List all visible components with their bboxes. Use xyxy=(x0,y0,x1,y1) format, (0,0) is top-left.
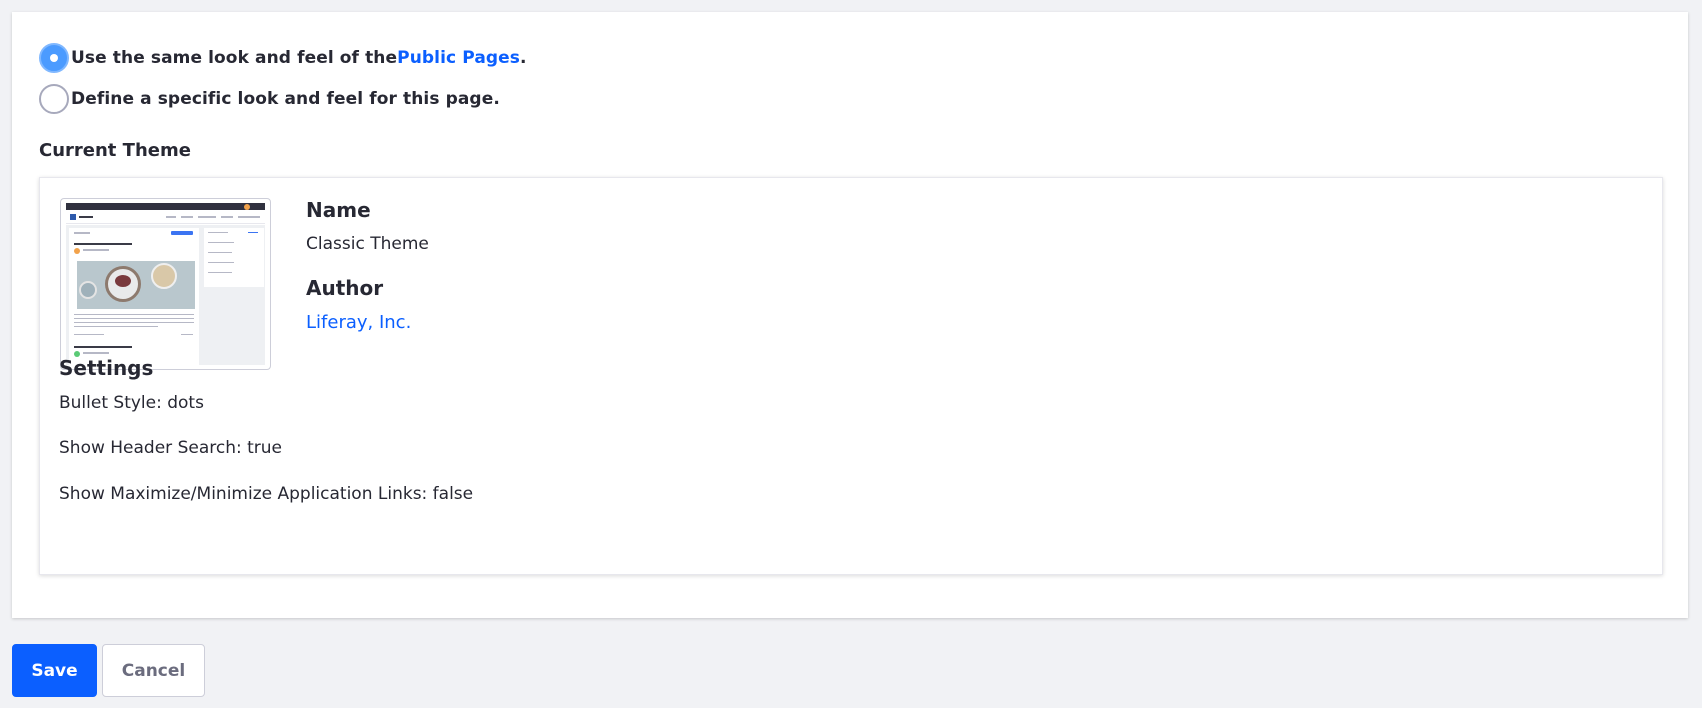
thumbnail-navbar xyxy=(66,210,265,224)
thumbnail-line xyxy=(83,352,109,354)
cancel-button[interactable]: Cancel xyxy=(102,644,205,697)
thumbnail-image-shape xyxy=(151,263,177,289)
thumbnail-entry-title xyxy=(74,346,132,348)
radio-selected-icon[interactable] xyxy=(39,43,69,73)
thumbnail-image xyxy=(77,261,195,309)
theme-name-value: Classic Theme xyxy=(306,234,429,254)
thumbnail-entry-title xyxy=(74,243,132,245)
thumbnail-nav-item xyxy=(198,216,216,218)
theme-thumbnail xyxy=(60,198,271,370)
setting-show-header-search: Show Header Search: true xyxy=(59,438,283,458)
radio-label-public-suffix: . xyxy=(520,48,527,68)
thumbnail-nav-item xyxy=(181,216,193,218)
thumbnail-line xyxy=(74,318,194,319)
save-button[interactable]: Save xyxy=(12,644,97,697)
thumbnail-nav-item xyxy=(166,216,176,218)
radio-option-specific[interactable]: Define a specific look and feel for this… xyxy=(39,84,500,114)
radio-label-public-prefix: Use the same look and feel of the xyxy=(71,48,398,68)
radio-label-specific: Define a specific look and feel for this… xyxy=(71,89,500,109)
thumbnail-line xyxy=(208,242,234,243)
public-pages-link[interactable]: Public Pages xyxy=(397,48,520,68)
thumbnail-line xyxy=(208,252,232,253)
thumbnail-line xyxy=(74,334,104,335)
thumbnail-line xyxy=(74,322,194,323)
thumbnail-image-shape xyxy=(115,275,131,287)
radio-unselected-icon[interactable] xyxy=(39,84,69,114)
thumbnail-image-shape xyxy=(79,281,97,299)
theme-card: Name Classic Theme Author Liferay, Inc. … xyxy=(39,177,1663,575)
thumbnail-line xyxy=(83,249,109,251)
thumbnail-line xyxy=(248,232,258,233)
thumbnail-line xyxy=(208,262,234,263)
thumbnail-nav-item xyxy=(238,216,260,218)
thumbnail-sidebar xyxy=(204,228,264,287)
thumbnail-author-dot xyxy=(74,248,80,254)
thumbnail-line xyxy=(208,232,228,233)
theme-author-label: Author xyxy=(306,276,384,300)
thumbnail-line xyxy=(74,232,90,234)
settings-heading: Settings xyxy=(59,356,154,380)
thumbnail-nav-item xyxy=(221,216,233,218)
thumbnail-line xyxy=(74,314,194,315)
setting-show-maximize-minimize: Show Maximize/Minimize Application Links… xyxy=(59,484,474,504)
thumbnail-body xyxy=(66,225,265,365)
thumbnail-main-column xyxy=(69,228,199,365)
setting-bullet-style: Bullet Style: dots xyxy=(59,393,204,413)
thumbnail-topbar xyxy=(66,203,265,210)
thumbnail-line xyxy=(74,326,158,327)
theme-name-label: Name xyxy=(306,198,371,222)
thumbnail-site-name xyxy=(79,216,93,218)
thumbnail-button xyxy=(171,231,193,235)
radio-option-public-pages[interactable]: Use the same look and feel of the Public… xyxy=(39,43,527,73)
thumbnail-line xyxy=(208,272,232,273)
theme-author-link[interactable]: Liferay, Inc. xyxy=(306,312,411,333)
current-theme-heading: Current Theme xyxy=(39,140,191,161)
thumbnail-logo xyxy=(70,214,76,220)
thumbnail-line xyxy=(181,334,193,335)
look-and-feel-panel: Use the same look and feel of the Public… xyxy=(12,12,1688,618)
